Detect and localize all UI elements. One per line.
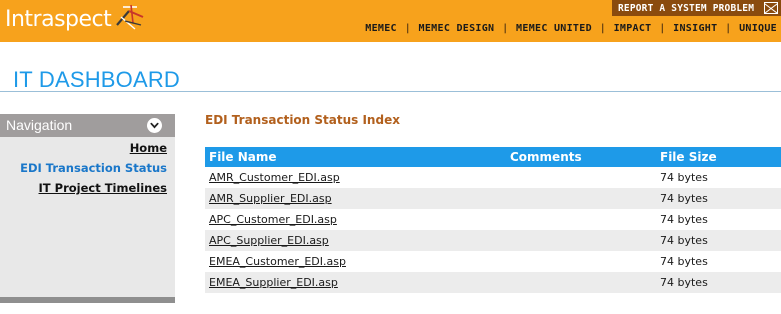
sidebar-item-it-project-timelines[interactable]: IT Project Timelines <box>39 181 167 195</box>
topnav-impact[interactable]: IMPACT <box>614 23 652 34</box>
report-problem-link[interactable]: REPORT A SYSTEM PROBLEM <box>612 3 764 14</box>
file-size: 74 bytes <box>660 255 708 268</box>
logo-text: Intraspect <box>5 7 112 32</box>
title-divider <box>0 91 781 92</box>
column-header-file-name[interactable]: File Name <box>209 150 277 164</box>
file-name-link[interactable]: APC_Supplier_EDI.asp <box>209 234 329 247</box>
topnav-unique[interactable]: UNIQUE <box>739 23 777 34</box>
file-size: 74 bytes <box>660 171 708 184</box>
table-header: File Name Comments File Size <box>205 147 781 167</box>
table-row: EMEA_Supplier_EDI.asp 74 bytes <box>205 272 781 293</box>
file-size: 74 bytes <box>660 276 708 289</box>
column-header-comments[interactable]: Comments <box>510 150 582 164</box>
logo-mark-icon <box>116 4 144 30</box>
column-header-file-size[interactable]: File Size <box>660 150 717 164</box>
topnav-separator: | <box>726 22 731 34</box>
topnav-separator: | <box>600 22 605 34</box>
file-size: 74 bytes <box>660 213 708 226</box>
file-name-link[interactable]: APC_Customer_EDI.asp <box>209 213 337 226</box>
navigation-header-label: Navigation <box>6 117 73 133</box>
sidebar: Navigation Home EDI Transaction Status I… <box>0 114 175 303</box>
topnav-memec-united[interactable]: MEMEC UNITED <box>516 23 592 34</box>
topnav-memec[interactable]: MEMEC <box>365 23 397 34</box>
table-row: AMR_Customer_EDI.asp 74 bytes <box>205 167 781 188</box>
topnav-insight[interactable]: INSIGHT <box>673 23 717 34</box>
sidebar-item-edi-transaction-status[interactable]: EDI Transaction Status <box>20 161 167 175</box>
mail-icon[interactable] <box>764 2 778 14</box>
sidebar-footer-bar <box>0 297 175 303</box>
topnav-separator: | <box>660 22 665 34</box>
file-name-link[interactable]: EMEA_Supplier_EDI.asp <box>209 276 338 289</box>
file-size: 74 bytes <box>660 192 708 205</box>
table-row: APC_Supplier_EDI.asp 74 bytes <box>205 230 781 251</box>
report-problem-bar[interactable]: REPORT A SYSTEM PROBLEM <box>612 0 781 16</box>
topnav-memec-design[interactable]: MEMEC DESIGN <box>419 23 495 34</box>
navigation-header: Navigation <box>0 114 175 137</box>
chevron-down-icon[interactable] <box>147 118 162 133</box>
table-row: EMEA_Customer_EDI.asp 74 bytes <box>205 251 781 272</box>
file-name-link[interactable]: AMR_Customer_EDI.asp <box>209 171 340 184</box>
intraspect-logo[interactable]: Intraspect <box>5 4 145 35</box>
topnav-separator: | <box>405 22 410 34</box>
topnav-separator: | <box>503 22 508 34</box>
top-navigation: MEMEC | MEMEC DESIGN | MEMEC UNITED | IM… <box>365 21 781 35</box>
file-name-link[interactable]: AMR_Supplier_EDI.asp <box>209 192 332 205</box>
file-name-link[interactable]: EMEA_Customer_EDI.asp <box>209 255 346 268</box>
table-row: AMR_Supplier_EDI.asp 74 bytes <box>205 188 781 209</box>
sidebar-item-home[interactable]: Home <box>130 141 167 155</box>
top-header: Intraspect REPORT A SYSTEM PROBLEM MEMEC… <box>0 0 781 42</box>
edi-status-table: File Name Comments File Size AMR_Custome… <box>205 147 781 293</box>
table-row: APC_Customer_EDI.asp 74 bytes <box>205 209 781 230</box>
section-title: EDI Transaction Status Index <box>205 113 400 127</box>
file-size: 74 bytes <box>660 234 708 247</box>
page-title: IT DASHBOARD <box>13 67 181 92</box>
